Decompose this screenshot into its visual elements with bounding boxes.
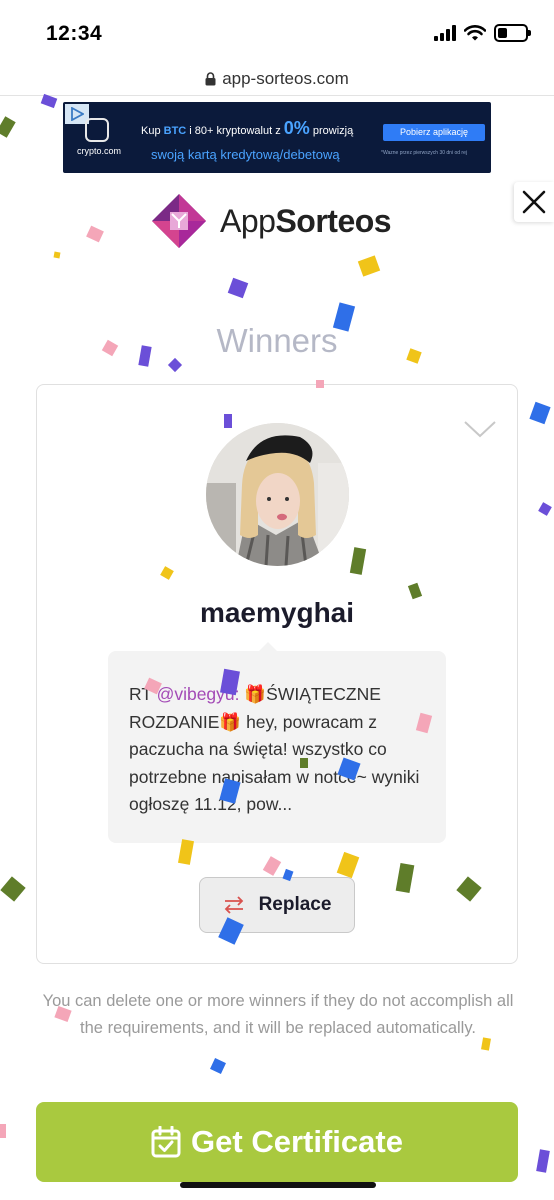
tweet-mention[interactable]: @vibegyu: xyxy=(157,684,240,704)
appsorteos-logo-icon xyxy=(152,194,206,248)
confetti-piece xyxy=(529,401,551,425)
ad-banner[interactable]: crypto.com Kup BTC i 80+ kryptowalut z 0… xyxy=(63,102,491,173)
confetti-piece xyxy=(0,1124,6,1138)
ad-subheadline: swoją kartą kredytową/debetową xyxy=(151,147,340,162)
cellular-signal-icon xyxy=(434,25,456,41)
winner-card: maemyghai RT @vibegyu: 🎁ŚWIĄTECZNE ROZDA… xyxy=(36,384,518,964)
winner-username[interactable]: maemyghai xyxy=(37,597,517,629)
info-text: You can delete one or more winners if th… xyxy=(42,992,514,1037)
chevron-down-icon[interactable] xyxy=(463,419,497,439)
replace-label: Replace xyxy=(258,894,332,915)
app-logo[interactable]: AppSorteos xyxy=(150,192,392,250)
confetti-piece xyxy=(210,1058,226,1074)
lock-icon xyxy=(205,71,216,85)
confetti-piece xyxy=(0,116,16,138)
section-title: Winners xyxy=(216,322,338,359)
ad-cta-button[interactable]: Pobierz aplikację xyxy=(383,124,485,141)
tweet-prefix: RT xyxy=(129,684,157,704)
confetti-piece xyxy=(227,277,249,299)
avatar[interactable] xyxy=(206,423,349,566)
tweet-text: RT @vibegyu: 🎁ŚWIĄTECZNE ROZDANIE🎁 hey, … xyxy=(108,642,446,843)
get-certificate-button[interactable]: Get Certificate xyxy=(36,1102,518,1182)
avatar-image xyxy=(206,423,349,566)
close-button[interactable] xyxy=(514,182,554,222)
status-time: 12:34 xyxy=(46,22,103,45)
confetti-piece xyxy=(357,255,381,277)
certificate-label: Get Certificate xyxy=(191,1124,403,1159)
crypto-logo-icon xyxy=(85,118,109,142)
battery-icon xyxy=(494,24,531,42)
confetti-piece xyxy=(536,1149,550,1173)
logo-text: AppSorteos xyxy=(220,202,392,239)
url-text: app-sorteos.com xyxy=(222,68,349,88)
confetti-piece xyxy=(0,876,26,902)
ad-logo: crypto.com xyxy=(77,118,122,156)
home-indicator xyxy=(180,1182,376,1188)
wifi-icon xyxy=(464,25,486,41)
close-icon xyxy=(522,190,546,214)
confetti-piece xyxy=(86,225,104,243)
swap-icon xyxy=(224,896,243,914)
ad-fine-print: *Wazne przez pierwszych 30 dni od rej xyxy=(381,150,467,156)
confetti-piece xyxy=(40,93,58,109)
url-bar[interactable]: app-sorteos.com xyxy=(0,62,554,96)
ad-brand: crypto.com xyxy=(77,146,122,156)
confetti-piece xyxy=(538,502,552,516)
confetti-piece xyxy=(167,357,183,373)
replace-button[interactable]: Replace xyxy=(199,877,355,933)
confetti-piece xyxy=(53,251,61,259)
calendar-check-icon xyxy=(151,1126,181,1158)
status-icons xyxy=(434,24,531,42)
status-bar: 12:34 xyxy=(0,0,554,62)
ad-headline: Kup BTC i 80+ kryptowalut z 0% prowizją xyxy=(141,118,354,138)
